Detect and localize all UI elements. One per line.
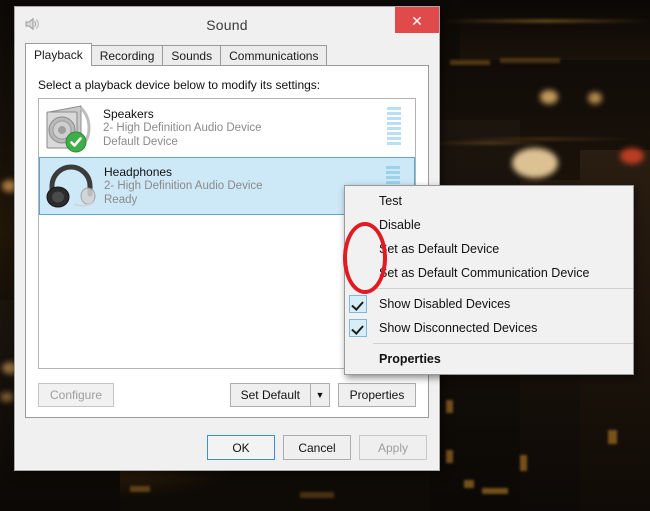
menu-item-label: Set as Default Device [379, 242, 500, 256]
title-bar[interactable]: Sound ✕ [15, 7, 439, 43]
cancel-button[interactable]: Cancel [283, 435, 351, 460]
set-default-button[interactable]: Set Default [229, 383, 310, 407]
menu-item-gutter [345, 316, 373, 340]
menu-item-gutter [345, 189, 373, 213]
menu-item-properties[interactable]: Properties [345, 347, 633, 371]
device-name: Speakers [103, 107, 154, 121]
wallpaper-window [608, 430, 617, 444]
device-action-buttons: Configure Set Default ▼ Properties [38, 383, 416, 407]
context-menu: Test Disable Set as Default Device Set a… [344, 185, 634, 375]
wallpaper-light [540, 90, 558, 104]
wallpaper-light-streak [430, 142, 550, 144]
wallpaper-window [130, 486, 150, 492]
device-name: Headphones [104, 165, 173, 179]
ok-button[interactable]: OK [207, 435, 275, 460]
device-driver: 2- High Definition Audio Device [104, 180, 263, 192]
wallpaper-window [446, 400, 453, 413]
menu-item-gutter [345, 261, 373, 285]
volume-meter [386, 166, 400, 184]
device-row-speakers[interactable]: Speakers 2- High Definition Audio Device… [39, 99, 415, 157]
device-driver: 2- High Definition Audio Device [103, 122, 262, 134]
menu-item-gutter [345, 347, 373, 371]
wallpaper-window [300, 492, 334, 498]
menu-item-gutter [345, 213, 373, 237]
wallpaper-window [464, 480, 474, 488]
wallpaper-light-streak [440, 20, 650, 22]
tab-recording[interactable]: Recording [90, 45, 164, 65]
wallpaper-building [460, 0, 650, 60]
headphones-icon [44, 160, 98, 212]
apply-button[interactable]: Apply [359, 435, 427, 460]
wallpaper-window [520, 455, 527, 471]
wallpaper-light-streak [455, 138, 635, 140]
device-status: Default Device [103, 136, 178, 148]
menu-item-label: Show Disconnected Devices [379, 321, 538, 335]
wallpaper-window [500, 58, 560, 63]
device-status: Ready [104, 194, 138, 206]
speaker-box-icon [43, 102, 97, 154]
menu-item-show-disconnected-devices[interactable]: Show Disconnected Devices [345, 316, 633, 340]
volume-meter [387, 107, 401, 145]
tab-sounds[interactable]: Sounds [162, 45, 222, 65]
wallpaper-light [0, 392, 14, 402]
page-title: Sound [206, 17, 248, 33]
menu-item-label: Show Disabled Devices [379, 297, 511, 311]
set-default-split-button: Set Default ▼ [229, 383, 330, 407]
dialog-buttons: OK Cancel Apply [207, 435, 427, 460]
menu-item-test[interactable]: Test [345, 189, 633, 213]
menu-item-label: Set as Default Communication Device [379, 266, 590, 280]
device-info: Speakers 2- High Definition Audio Device… [103, 107, 262, 149]
menu-separator [373, 288, 633, 289]
menu-item-gutter [345, 237, 373, 261]
menu-item-disable[interactable]: Disable [345, 213, 633, 237]
wallpaper-window [446, 450, 453, 463]
configure-button[interactable]: Configure [38, 383, 114, 407]
menu-separator [373, 343, 633, 344]
menu-item-label: Disable [379, 218, 421, 232]
menu-item-label: Test [379, 194, 402, 208]
menu-item-set-as-default-communication-device[interactable]: Set as Default Communication Device [345, 261, 633, 285]
tab-strip: Playback Recording Sounds Communications [25, 43, 429, 66]
wallpaper-light [512, 148, 558, 178]
checkmark-icon [349, 295, 367, 313]
menu-item-label: Properties [379, 352, 441, 366]
wallpaper-light [588, 92, 602, 104]
menu-item-gutter [345, 292, 373, 316]
wallpaper-red-light [620, 148, 644, 164]
properties-button[interactable]: Properties [338, 383, 416, 407]
checkmark-icon [349, 319, 367, 337]
wallpaper-window [450, 60, 490, 65]
menu-item-show-disabled-devices[interactable]: Show Disabled Devices [345, 292, 633, 316]
tab-playback[interactable]: Playback [25, 43, 92, 66]
chevron-down-icon[interactable]: ▼ [310, 383, 330, 407]
tab-communications[interactable]: Communications [220, 45, 328, 65]
menu-item-set-as-default-device[interactable]: Set as Default Device [345, 237, 633, 261]
device-info: Headphones 2- High Definition Audio Devi… [104, 165, 263, 207]
wallpaper-window [482, 488, 508, 494]
prompt-label: Select a playback device below to modify… [38, 78, 321, 92]
close-button[interactable]: ✕ [395, 7, 439, 33]
